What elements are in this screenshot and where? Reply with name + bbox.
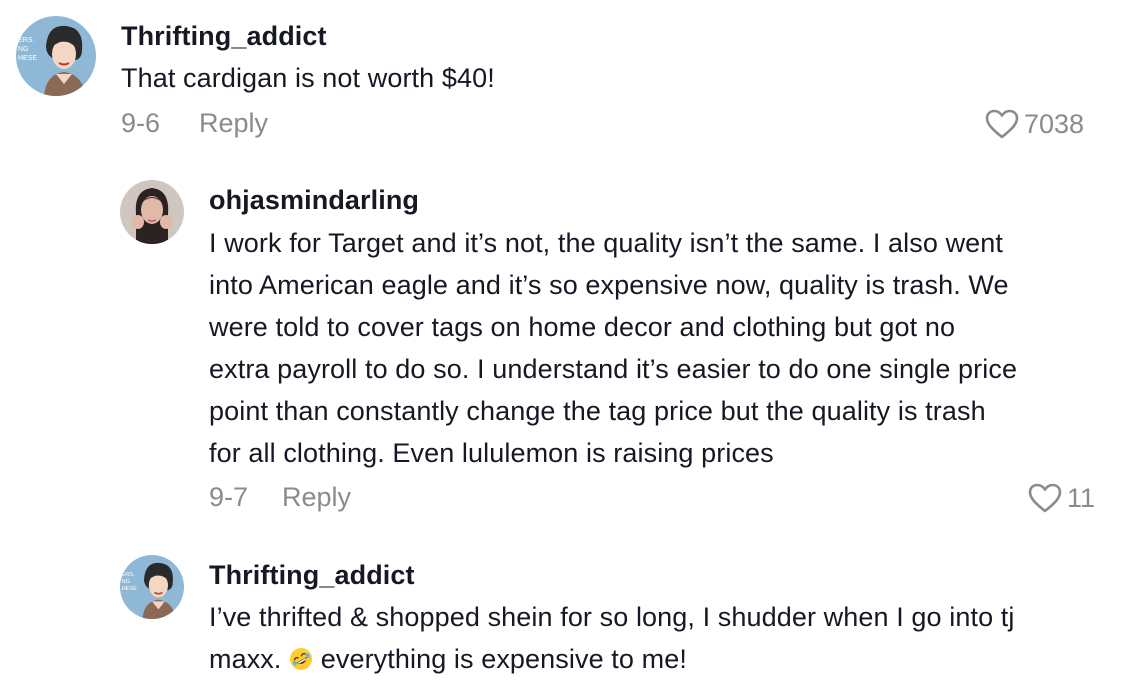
avatar-lettering: ERS. xyxy=(122,572,136,578)
like-count: 11 xyxy=(1067,482,1096,513)
comment-text-line: for all clothing. Even lululemon is rais… xyxy=(209,438,774,468)
reply-button[interactable]: Reply xyxy=(199,108,268,139)
comment-text: I work for Target and it’s not, the qual… xyxy=(209,222,1109,474)
comment-text-line: point than constantly change the tag pri… xyxy=(209,396,986,426)
comment-text-fragment: everything is expensive to me! xyxy=(320,644,687,674)
comment-date: 9-7 xyxy=(209,482,249,512)
comment-text: That cardigan is not worth $40! xyxy=(121,63,495,93)
comment-text-line: extra payroll to do so. I understand it’… xyxy=(209,354,1018,384)
heart-icon xyxy=(985,109,1019,139)
comment-text-line: into American eagle and it’s so expensiv… xyxy=(209,270,1009,300)
comment-text-line: maxx. everything is expensive to me! xyxy=(209,638,1109,680)
avatar[interactable] xyxy=(120,180,184,244)
like-button[interactable]: 11 xyxy=(1027,482,1095,514)
avatar[interactable]: ERS. NG HESE xyxy=(120,555,184,619)
like-button[interactable]: 7038 xyxy=(984,108,1084,140)
comment-text-line: I’ve thrifted & shopped shein for so lon… xyxy=(209,602,1015,632)
avatar-image: ERS. NG HESE xyxy=(16,16,96,96)
svg-text:NG: NG xyxy=(122,579,130,585)
reply-button[interactable]: Reply xyxy=(282,482,351,513)
svg-text:HESE: HESE xyxy=(18,55,37,62)
heart-icon xyxy=(1028,483,1062,513)
avatar-lettering: ERS. xyxy=(18,37,34,44)
avatar-image: ERS. NG HESE xyxy=(120,555,184,619)
avatar[interactable]: ERS. NG HESE xyxy=(16,16,96,96)
comment-username[interactable]: Thrifting_addict xyxy=(121,21,327,52)
comment-date: 9-6 xyxy=(121,108,161,138)
comment-text-line: were told to cover tags on home decor an… xyxy=(209,312,956,342)
comment-username[interactable]: Thrifting_addict xyxy=(209,560,415,591)
svg-text:NG: NG xyxy=(18,46,29,53)
like-count: 7038 xyxy=(1024,108,1085,139)
comment-text-line: I work for Target and it’s not, the qual… xyxy=(209,228,1004,258)
comment-text-fragment: maxx. xyxy=(209,644,282,674)
svg-text:HESE: HESE xyxy=(122,586,138,592)
comment-text: I’ve thrifted & shopped shein for so lon… xyxy=(209,596,1109,680)
avatar-image xyxy=(120,180,184,244)
rolling-on-floor-laughing-emoji xyxy=(290,648,313,670)
comment-username[interactable]: ohjasmindarling xyxy=(209,185,419,216)
